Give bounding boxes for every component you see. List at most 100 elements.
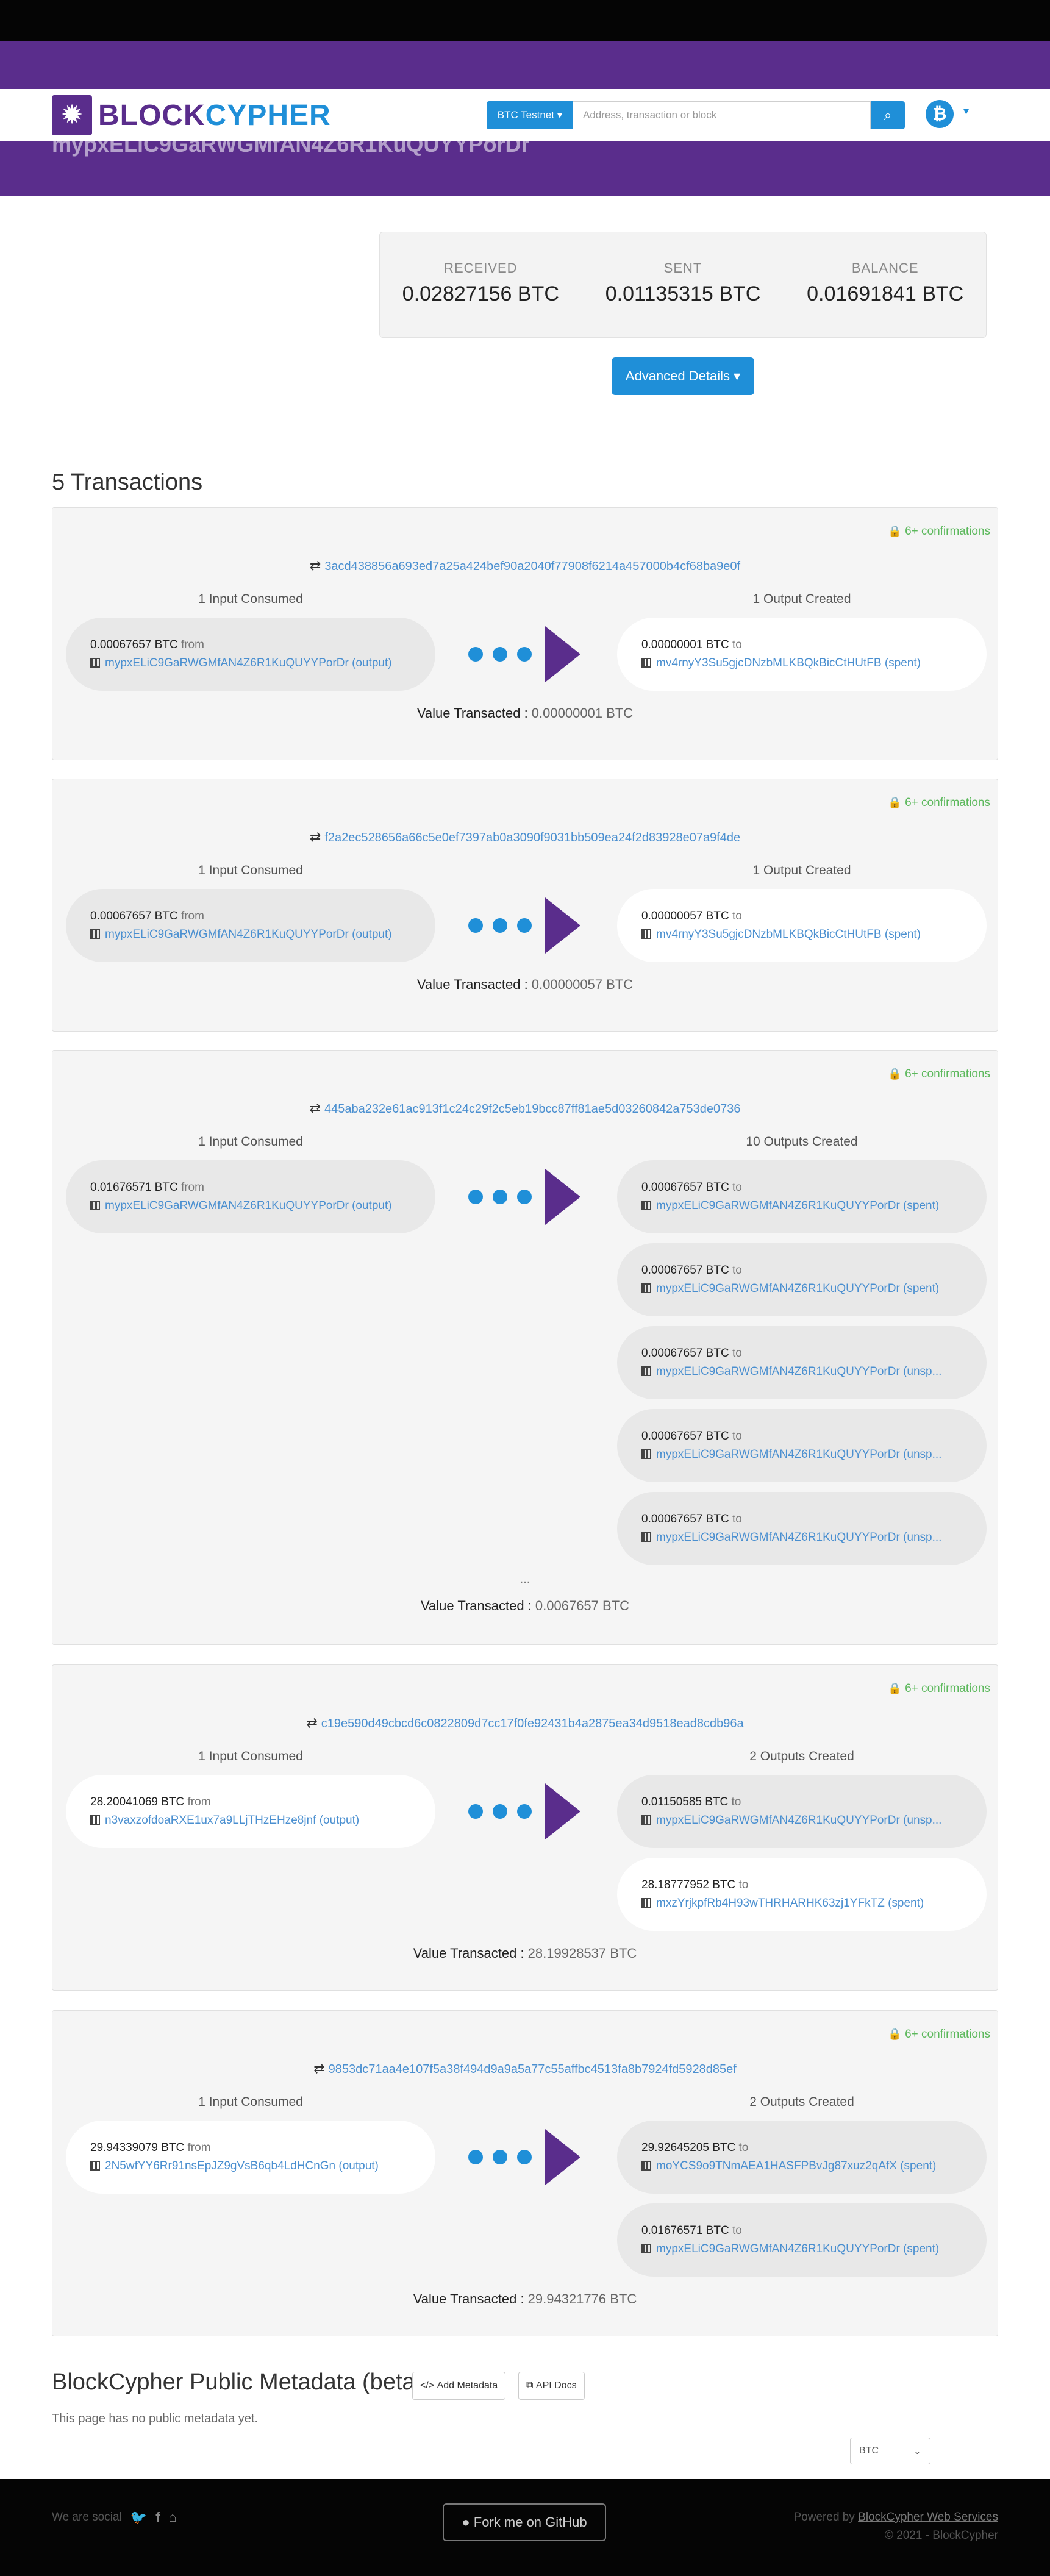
github-icon[interactable]: ⌂ [169, 2510, 177, 2525]
output-state-link[interactable]: (unsp... [903, 1448, 941, 1461]
confirmations-badge: 🔒 6+ confirmations [888, 1068, 990, 1081]
qr-code-icon[interactable] [641, 1815, 651, 1825]
amount-line: 0.00000057 BTC to [641, 907, 987, 926]
amount-line: 0.01676571 BTC to [641, 2222, 987, 2240]
address-link[interactable]: mv4rnyY3Su5gjcDNzbMLKBQkBicCtHUtFB [656, 928, 882, 941]
caret-down-icon: ▾ [734, 368, 741, 384]
search-button[interactable]: ⌕ [871, 101, 905, 129]
qr-code-icon[interactable] [641, 1283, 651, 1293]
output-state-link[interactable]: (unsp... [903, 1365, 941, 1378]
output-state-link[interactable]: (spent) [900, 2160, 936, 2172]
exchange-icon: ⇄ [306, 1715, 318, 1730]
qr-code-icon[interactable] [641, 2244, 651, 2253]
qr-code-icon[interactable] [641, 1449, 651, 1459]
api-docs-button[interactable]: ⧉ API Docs [518, 2372, 585, 2400]
output-state-link[interactable]: (output) [338, 2160, 378, 2172]
qr-code-icon[interactable] [641, 658, 651, 668]
qr-code-icon[interactable] [641, 1532, 651, 1542]
qr-code-icon[interactable] [90, 929, 100, 939]
amount-line: 0.00000001 BTC to [641, 636, 987, 654]
qr-code-icon[interactable] [641, 929, 651, 939]
tx-hash-link[interactable]: 3acd438856a693ed7a25a424bef90a2040f77908… [324, 560, 740, 573]
inputs-title: 1 Input Consumed [198, 2095, 303, 2109]
qr-code-icon[interactable] [641, 1898, 651, 1908]
output-state-link[interactable]: (spent) [903, 1282, 939, 1295]
tx-hash-link[interactable]: 445aba232e61ac913f1c24c29f2c5eb19bcc87ff… [324, 1102, 741, 1116]
output-state-link[interactable]: (output) [352, 1199, 391, 1212]
qr-code-icon[interactable] [90, 1815, 100, 1825]
inputs-title: 1 Input Consumed [198, 863, 303, 877]
tx-hash-link[interactable]: f2a2ec528656a66c5e0ef7397ab0a3090f9031bb… [324, 831, 740, 844]
address-link[interactable]: mypxELiC9GaRWGMfAN4Z6R1KuQUYYPorDr [105, 1199, 349, 1212]
hero-banner: mypxELiC9GaRWGMfAN4Z6R1KuQUYYPorDr [0, 141, 1050, 196]
amount-value: 0.00000057 BTC [641, 910, 729, 922]
tx-hash-link[interactable]: c19e590d49cbcd6c0822809d7cc17f0fe92431b4… [321, 1717, 744, 1730]
qr-code-icon[interactable] [90, 2161, 100, 2171]
add-metadata-button[interactable]: </> Add Metadata [412, 2372, 506, 2400]
currency-select[interactable]: BTC ⌄ [850, 2438, 930, 2464]
fork-github-button[interactable]: ● Fork me on GitHub [443, 2503, 606, 2541]
output-state-link[interactable]: (unsp... [903, 1531, 941, 1544]
network-dropdown-button[interactable]: BTC Testnet ▾ [487, 101, 573, 129]
address-link[interactable]: mypxELiC9GaRWGMfAN4Z6R1KuQUYYPorDr [656, 1365, 900, 1378]
address-line: mypxELiC9GaRWGMfAN4Z6R1KuQUYYPorDr (outp… [90, 1197, 420, 1215]
output-state-link[interactable]: (output) [352, 928, 391, 941]
advanced-details-button[interactable]: Advanced Details ▾ [612, 357, 754, 395]
output-state-link[interactable]: (output) [352, 657, 391, 669]
flow-dot [493, 647, 507, 662]
address-link[interactable]: mxzYrjkpfRb4H93wTHRHARHK63zj1YFkTZ [656, 1897, 885, 1910]
output-state-link[interactable]: (spent) [885, 657, 921, 669]
chevron-down-icon: ⌄ [913, 2446, 921, 2456]
output-state-link[interactable]: (spent) [885, 928, 921, 941]
more-outputs-marker: ... [520, 1572, 530, 1586]
qr-code-icon[interactable] [90, 1201, 100, 1210]
amount-value: 0.01676571 BTC [90, 1181, 178, 1194]
facebook-icon[interactable]: f [155, 2510, 160, 2525]
amount-value: 0.00067657 BTC [90, 638, 178, 651]
direction-label: to [738, 2141, 749, 2154]
value-label: Value Transacted [416, 705, 521, 721]
flow-dot [517, 1804, 532, 1819]
address-link[interactable]: mypxELiC9GaRWGMfAN4Z6R1KuQUYYPorDr [656, 1448, 900, 1461]
qr-code-icon[interactable] [641, 2161, 651, 2171]
output-state-link[interactable]: (spent) [888, 1897, 924, 1910]
address-link[interactable]: mypxELiC9GaRWGMfAN4Z6R1KuQUYYPorDr [656, 1814, 900, 1827]
search-input[interactable] [573, 101, 871, 129]
powered-link[interactable]: BlockCypher Web Services [858, 2511, 998, 2524]
qr-code-icon[interactable] [90, 658, 100, 668]
flow-dot [493, 1804, 507, 1819]
input-pill: 0.00067657 BTC from mypxELiC9GaRWGMfAN4Z6… [66, 889, 435, 962]
direction-label: to [732, 2224, 742, 2237]
address-link[interactable]: mypxELiC9GaRWGMfAN4Z6R1KuQUYYPorDr [105, 928, 349, 941]
address-link[interactable]: moYCS9o9TNmAEA1HASFPBvJg87xuz2qAfX [656, 2160, 897, 2172]
address-link[interactable]: mv4rnyY3Su5gjcDNzbMLKBQkBicCtHUtFB [656, 657, 882, 669]
amount-value: 0.01676571 BTC [641, 2224, 729, 2237]
address-link[interactable]: n3vaxzofdoaRXE1ux7a9LLjTHzEHze8jnf [105, 1814, 316, 1827]
output-state-link[interactable]: (unsp... [903, 1814, 941, 1827]
amount-value: 28.20041069 BTC [90, 1796, 185, 1808]
coin-caret-icon[interactable]: ▾ [963, 105, 969, 118]
address-link[interactable]: 2N5wfYY6Rr91nsEpJZ9gVsB6qb4LdHCnGn [105, 2160, 335, 2172]
output-state-link[interactable]: (spent) [903, 2242, 939, 2255]
qr-code-icon[interactable] [641, 1201, 651, 1210]
balance-label: BALANCE [851, 260, 919, 276]
bitcoin-coin-icon[interactable]: ₿ [926, 100, 954, 128]
address-link[interactable]: mypxELiC9GaRWGMfAN4Z6R1KuQUYYPorDr [656, 1282, 900, 1295]
address-link[interactable]: mypxELiC9GaRWGMfAN4Z6R1KuQUYYPorDr [656, 1199, 900, 1212]
direction-label: to [732, 1347, 742, 1360]
flow-dot [517, 918, 532, 933]
qr-code-icon[interactable] [641, 1366, 651, 1376]
twitter-icon[interactable]: 🐦 [130, 2510, 147, 2525]
address-line: mypxELiC9GaRWGMfAN4Z6R1KuQUYYPorDr (outp… [90, 926, 420, 944]
direction-label: to [732, 638, 742, 651]
address-link[interactable]: mypxELiC9GaRWGMfAN4Z6R1KuQUYYPorDr [105, 657, 349, 669]
address-link[interactable]: mypxELiC9GaRWGMfAN4Z6R1KuQUYYPorDr [656, 2242, 900, 2255]
lock-icon: 🔒 [888, 2028, 902, 2040]
output-state-link[interactable]: (output) [320, 1814, 359, 1827]
fork-github-label: Fork me on GitHub [473, 2514, 587, 2530]
tx-hash-link[interactable]: 9853dc71aa4e107f5a38f494d9a9a5a77c55affb… [329, 2063, 737, 2076]
output-state-link[interactable]: (spent) [903, 1199, 939, 1212]
address-link[interactable]: mypxELiC9GaRWGMfAN4Z6R1KuQUYYPorDr [656, 1531, 900, 1544]
tx-hash-row: ⇄ 9853dc71aa4e107f5a38f494d9a9a5a77c55aff… [52, 2061, 998, 2077]
blockcypher-logo[interactable]: ✹ BLOCKCYPHER [52, 94, 331, 137]
